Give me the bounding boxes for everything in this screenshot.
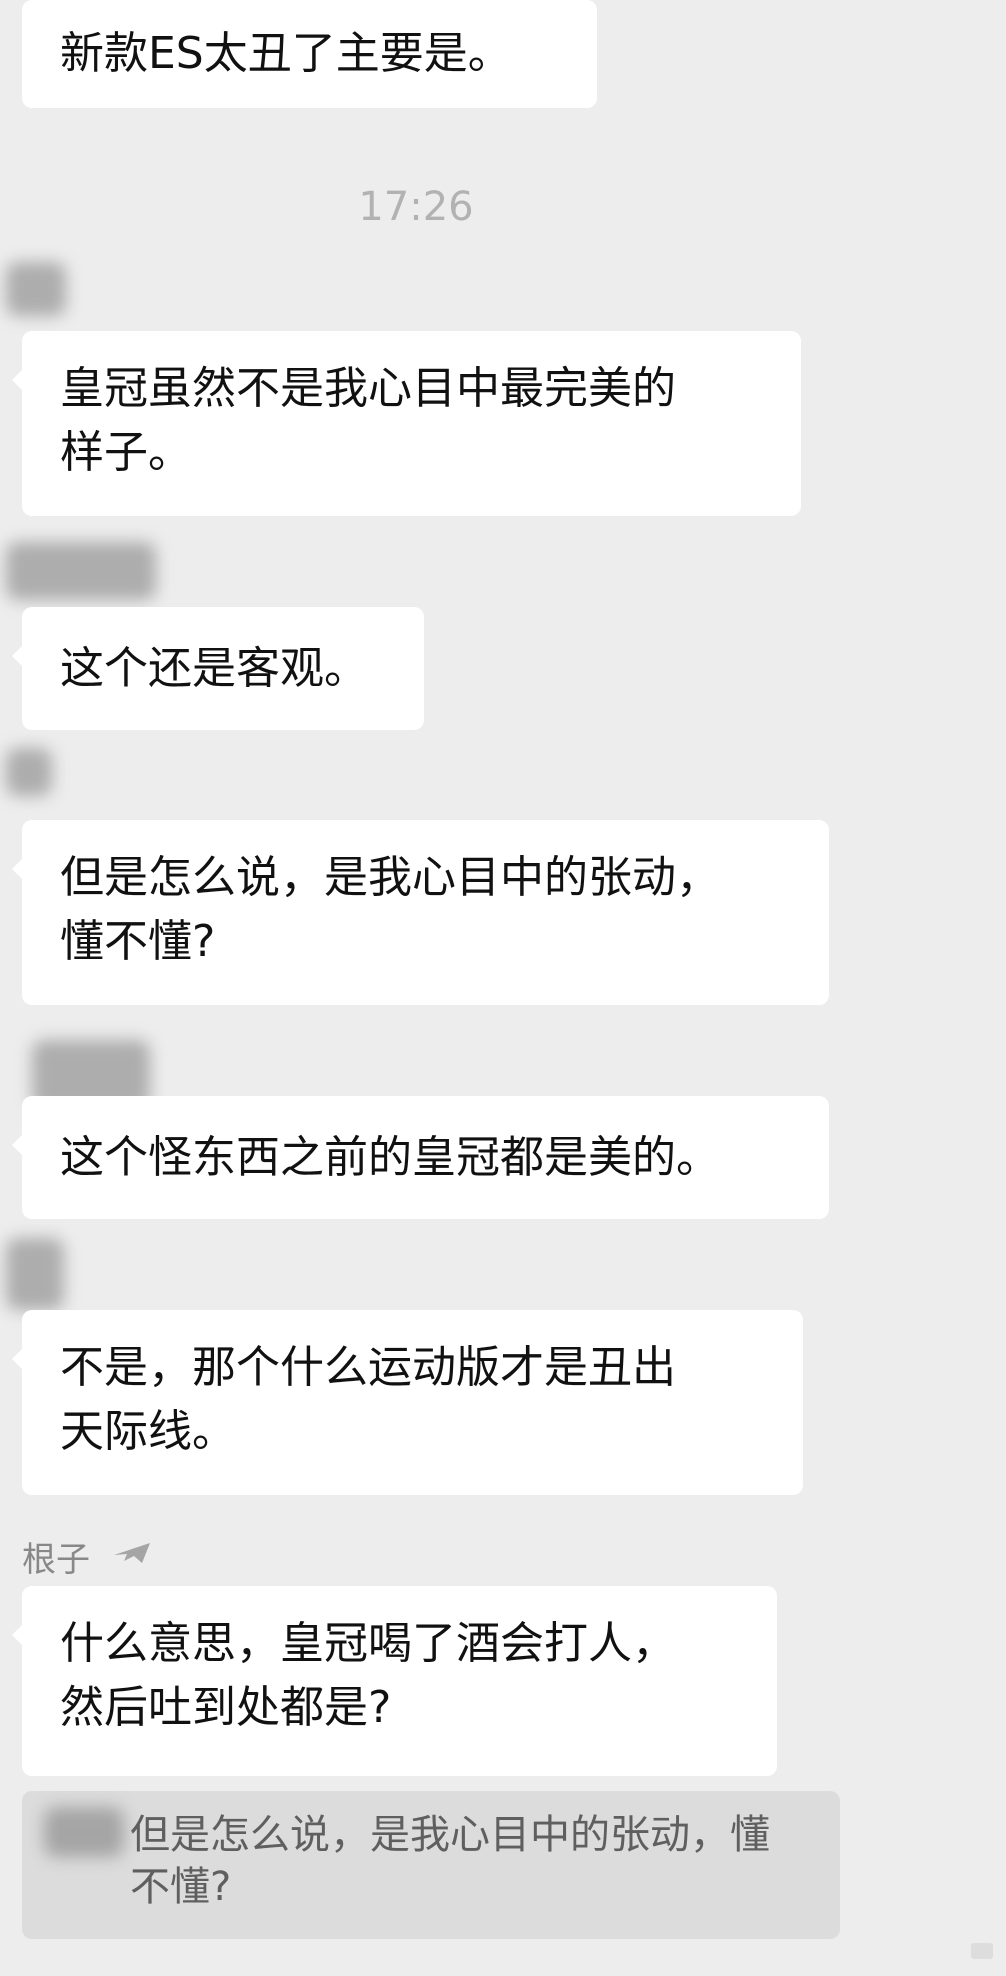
- avatar-smudge: [6, 1238, 64, 1310]
- message-bubble[interactable]: 这个还是客观。: [12, 607, 424, 730]
- sender-row: 根子: [22, 1532, 152, 1580]
- bubble-tail: [12, 1135, 22, 1155]
- quoted-message[interactable]: 但是怎么说，是我心目中的张动，懂 不懂?: [22, 1791, 840, 1939]
- message-text: 这个还是客观。: [60, 643, 368, 694]
- bubble-tail: [12, 646, 22, 666]
- quoted-message-text: 但是怎么说，是我心目中的张动，懂 不懂?: [130, 1812, 770, 1910]
- message-text: 新款ES太丑了主要是。: [60, 28, 512, 79]
- bubble-tail: [12, 859, 22, 879]
- avatar-smudge: [44, 1807, 124, 1857]
- sender-name: 根子: [22, 1539, 90, 1580]
- timestamp: 17:26: [358, 184, 474, 230]
- bubble-tail: [12, 1349, 22, 1369]
- message-text: 这个怪东西之前的皇冠都是美的。: [60, 1132, 720, 1183]
- avatar-smudge: [6, 262, 66, 316]
- corner-mark-icon: [970, 1942, 994, 1960]
- bubble-tail: [12, 370, 22, 390]
- message-bubble[interactable]: 什么意思，皇冠喝了酒会打人， 然后吐到处都是?: [12, 1586, 777, 1776]
- avatar-smudge: [6, 748, 52, 796]
- message-bubble[interactable]: 不是，那个什么运动版才是丑出 天际线。: [12, 1310, 803, 1495]
- message-text: 但是怎么说，是我心目中的张动， 懂不懂?: [60, 852, 720, 967]
- message-bubble[interactable]: 新款ES太丑了主要是。: [22, 0, 597, 108]
- message-bubble[interactable]: 但是怎么说，是我心目中的张动， 懂不懂?: [12, 820, 829, 1005]
- avatar-smudge: [6, 542, 156, 600]
- message-bubble[interactable]: 这个怪东西之前的皇冠都是美的。: [12, 1096, 829, 1219]
- message-text: 不是，那个什么运动版才是丑出 天际线。: [60, 1342, 676, 1457]
- plane-icon: [112, 1536, 152, 1576]
- bubble-tail: [12, 1625, 22, 1645]
- message-text: 什么意思，皇冠喝了酒会打人， 然后吐到处都是?: [60, 1618, 676, 1733]
- message-text: 皇冠虽然不是我心目中最完美的 样子。: [60, 363, 676, 478]
- message-bubble[interactable]: 皇冠虽然不是我心目中最完美的 样子。: [12, 331, 801, 516]
